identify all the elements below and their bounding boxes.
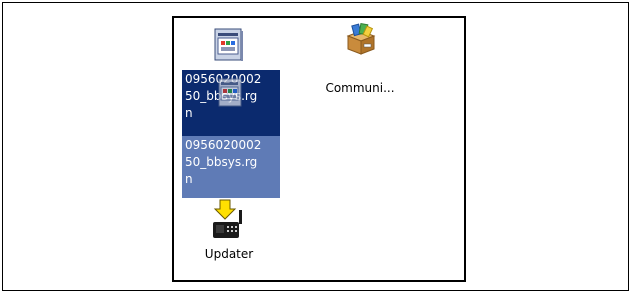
file-name-label: Communi... bbox=[325, 81, 395, 95]
file-name-label: Updater bbox=[204, 247, 254, 261]
document-icon bbox=[214, 28, 244, 66]
file-explorer-pane[interactable]: 0956020002 50_bbsys.rg n Communi... 0956… bbox=[172, 16, 466, 282]
download-device-icon bbox=[210, 198, 248, 244]
file-name-label: 0956020002 50_bbsys.rg n bbox=[185, 138, 262, 186]
document-icon-drag-ghost bbox=[218, 78, 244, 112]
package-box-icon bbox=[344, 22, 378, 60]
